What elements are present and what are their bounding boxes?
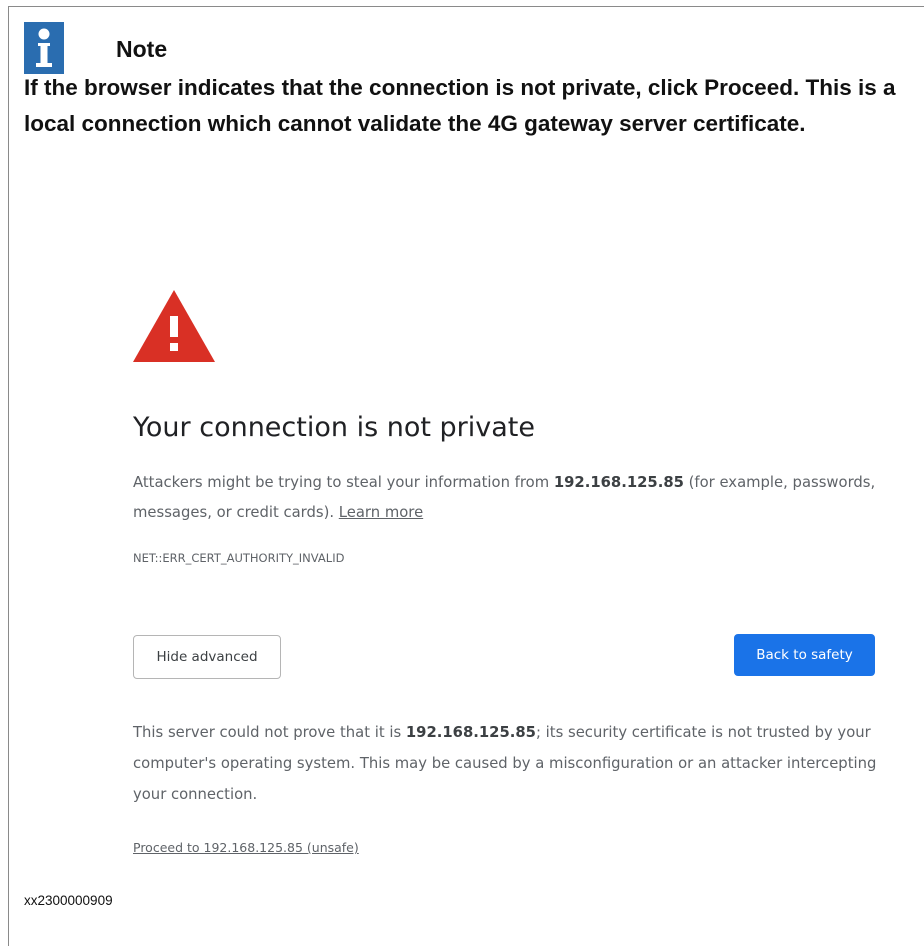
host-address: 192.168.125.85 (405, 724, 536, 741)
error-code: NET::ERR_CERT_AUTHORITY_INVALID (133, 551, 345, 565)
note-text: If the browser indicates that the connec… (24, 70, 919, 142)
proceed-unsafe-link[interactable]: Proceed to 192.168.125.85 (unsafe) (133, 840, 359, 855)
note-text-bold: Proceed (704, 75, 793, 100)
hide-advanced-button[interactable]: Hide advanced (133, 635, 281, 679)
warning-description: Attackers might be trying to steal your … (133, 468, 893, 528)
host-address: 192.168.125.85 (553, 474, 684, 491)
page-title: Your connection is not private (133, 412, 535, 443)
details-text: This server could not prove that it is (133, 724, 406, 741)
learn-more-link[interactable]: Learn more (339, 504, 423, 521)
note-title: Note (116, 36, 168, 62)
description-text: Attackers might be trying to steal your … (133, 474, 554, 491)
back-to-safety-button[interactable]: Back to safety (734, 634, 875, 676)
advanced-details: This server could not prove that it is 1… (133, 717, 893, 810)
info-icon (24, 22, 64, 74)
note-text-part: If the browser indicates that the connec… (24, 75, 705, 100)
figure-id: xx2300000909 (24, 893, 113, 908)
warning-triangle-icon (133, 290, 215, 362)
